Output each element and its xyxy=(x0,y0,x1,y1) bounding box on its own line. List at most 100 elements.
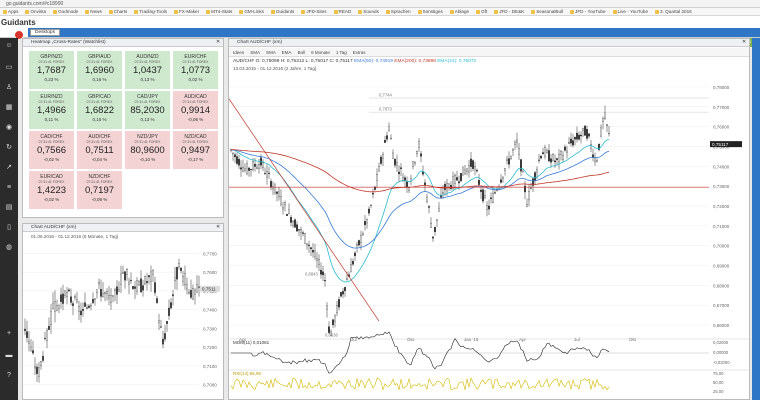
chart-toolbar-item[interactable]: EMA xyxy=(282,50,292,55)
price-tick-label: 0,68000 xyxy=(713,283,730,288)
avatar[interactable]: ☺ xyxy=(4,42,14,50)
main-chart-canvas[interactable]: 0,780000,770000,760000,750000,740000,730… xyxy=(229,73,749,399)
heatmap-tile[interactable]: CAD/CHF 07:31:41 FOREX 0,7566 -0,02 % xyxy=(29,131,74,169)
chart-toolbar-item[interactable]: SMA xyxy=(250,50,260,55)
bookmark-item[interactable]: MT4-Stats xyxy=(206,9,232,14)
bookmark-item[interactable]: News xyxy=(85,9,102,14)
bookmark-item[interactable]: Sonstiges xyxy=(417,9,443,14)
chart-toolbar-item[interactable]: Ideen xyxy=(233,50,244,55)
candle-body xyxy=(46,329,48,341)
candle-body xyxy=(316,258,318,261)
bookmark-item[interactable]: READ xyxy=(333,9,351,14)
close-icon[interactable]: ✕ xyxy=(742,39,746,46)
bookmark-item[interactable]: Apps xyxy=(3,9,18,14)
candle-body xyxy=(132,286,134,289)
candle-body xyxy=(110,295,112,303)
bookmark-item[interactable]: Sounds xyxy=(358,9,379,14)
folder-icon xyxy=(570,9,575,14)
heatmap-tile[interactable]: EUR/NZD 07:31:41 FOREX 1,4966 0,11 % xyxy=(29,91,74,129)
heatmap-tile[interactable]: GBP/CAD 07:31:41 FOREX 1,6822 0,15 % xyxy=(77,91,122,129)
bookmark-item[interactable]: Charts xyxy=(108,9,127,14)
monitor-icon[interactable]: ▭ xyxy=(4,64,14,72)
close-icon[interactable]: ✕ xyxy=(216,224,220,231)
bookmark-item[interactable]: FX-Maker xyxy=(173,9,199,14)
calendar-icon[interactable]: ▤ xyxy=(4,204,14,212)
bookmark-item[interactable]: Sprachen xyxy=(385,9,411,14)
heatmap-tile[interactable]: CAD/JPY 07:31:41 FOREX 85,2030 0,13 % xyxy=(125,91,170,129)
bookmark-item[interactable]: 3. Quartal 2016 xyxy=(655,9,692,14)
help-icon[interactable]: ? xyxy=(4,372,14,380)
candle-body xyxy=(592,154,594,158)
price-tick-label: 0,71000 xyxy=(713,224,730,229)
bookmark-item[interactable]: JFD - DE&K xyxy=(494,9,524,14)
bookmark-item[interactable]: JFD-Sites xyxy=(301,9,327,14)
guidants-logo[interactable]: Guidants xyxy=(1,18,36,27)
candle-body xyxy=(356,244,358,246)
candle-body xyxy=(482,189,484,202)
bookmark-item[interactable]: Ablage xyxy=(449,9,469,14)
bookmark-item[interactable]: Guidants xyxy=(270,9,294,14)
bookmark-item[interactable]: Gft xyxy=(476,9,487,14)
close-icon[interactable]: ✕ xyxy=(216,39,220,46)
candle-body xyxy=(408,187,410,191)
heatmap-tile[interactable]: NZD/CHF 07:31:41 FOREX 0,7197 -0,09 % xyxy=(77,171,122,209)
candle-body xyxy=(182,276,184,282)
candle-body xyxy=(368,208,370,214)
folder-icon[interactable]: ▬ xyxy=(4,352,14,360)
bookmark-item[interactable]: Live - YouTube xyxy=(612,9,648,14)
bookmark-item[interactable]: Trading-Tools xyxy=(134,9,167,14)
candle-body xyxy=(576,132,578,140)
folder-icon xyxy=(655,9,660,14)
candle-body xyxy=(492,193,494,203)
ema21-label: EMA(21): 0,75072 xyxy=(437,59,477,64)
bookmark-item[interactable]: GM-Links xyxy=(239,9,264,14)
left-sidebar: ☺ ▭ ♙ ▦ ◉ ↻ ↗ ≡ ▤ ▯ ◍ + ▬ ? xyxy=(0,38,18,400)
heatmap-tile[interactable]: NZD/JPY 07:31:41 FOREX 80,9600 -0,10 % xyxy=(125,131,170,169)
bookmark-item[interactable]: Onvista xyxy=(25,9,46,14)
desktops-button[interactable]: Desktops xyxy=(30,29,60,36)
chart-toolbar-item[interactable]: SMA xyxy=(266,50,276,55)
list-icon[interactable]: ≡ xyxy=(4,184,14,192)
heatmap-tile[interactable]: EUR/CHF 07:31:41 FOREX 1,0773 0,02 % xyxy=(173,51,218,89)
heatmap-tile[interactable]: AUD/CHF 07:31:41 FOREX 0,7511 -0,04 % xyxy=(77,131,122,169)
small-chart-canvas[interactable]: 0,77000,76000,75000,74000,73000,72000,71… xyxy=(23,240,223,399)
current-price-label: 0,7511 xyxy=(202,287,216,292)
eye-icon[interactable]: ◉ xyxy=(4,124,14,132)
chart-icon[interactable]: ↗ xyxy=(4,164,14,172)
user-icon[interactable]: ♙ xyxy=(4,84,14,92)
bookmark-item[interactable]: JFD - YouTube xyxy=(570,9,606,14)
chart-toolbar-item[interactable]: 6 Monate xyxy=(311,50,330,55)
heatmap-tile[interactable]: NZD/CAD 07:31:41 FOREX 0,9497 -0,17 % xyxy=(173,131,218,169)
rsi-tick-label: 75,00 xyxy=(713,371,724,376)
refresh-icon[interactable]: ↻ xyxy=(4,144,14,152)
bookmark-label: Trading-Tools xyxy=(139,9,167,14)
candle-body xyxy=(168,307,170,316)
ema50-line xyxy=(230,149,610,249)
heatmap-tile[interactable]: AUD/CAD 07:31:41 FOREX 0,9914 -0,06 % xyxy=(173,91,218,129)
bookmark-item[interactable]: SeasonalBull xyxy=(531,9,563,14)
heatmap-tile[interactable]: GBP/NZD 07:31:41 FOREX 1,7687 0,23 % xyxy=(29,51,74,89)
chart-toolbar-item[interactable]: Extras xyxy=(353,50,366,55)
chart-toolbar-item[interactable]: Boll xyxy=(298,50,306,55)
folder-icon xyxy=(531,9,536,14)
globe-icon[interactable]: ◍ xyxy=(4,244,14,252)
heatmap-title-bar: Heatmap „Cross-Rates" (Watchlist) ✕ xyxy=(23,39,223,47)
right-sidebar xyxy=(752,38,760,400)
candle-body xyxy=(52,302,54,309)
candle-body xyxy=(520,159,522,172)
document-icon[interactable]: ▯ xyxy=(4,224,14,232)
heatmap-tile[interactable]: EUR/CAD 07:31:41 FOREX 1,4223 -0,02 % xyxy=(29,171,74,209)
grid-icon[interactable]: ▦ xyxy=(4,104,14,112)
heatmap-tile[interactable]: GBP/AUD 07:31:41 FOREX 1,6960 0,16 % xyxy=(77,51,122,89)
heatmap-tile[interactable]: AUD/NZD 07:31:41 FOREX 1,0437 0,13 % xyxy=(125,51,170,89)
candle-body xyxy=(548,150,550,162)
add-icon[interactable]: + xyxy=(4,330,14,338)
candle-body xyxy=(76,299,78,303)
candle-body xyxy=(286,214,288,216)
chart-toolbar-item[interactable]: 1 Tag xyxy=(336,50,347,55)
url-bar[interactable]: go.guidants.com/#c18990 xyxy=(6,1,63,7)
bookmark-item[interactable]: Godmode xyxy=(53,9,78,14)
candle-body xyxy=(120,273,122,285)
candle-body xyxy=(310,247,312,250)
candle-body xyxy=(322,271,324,276)
